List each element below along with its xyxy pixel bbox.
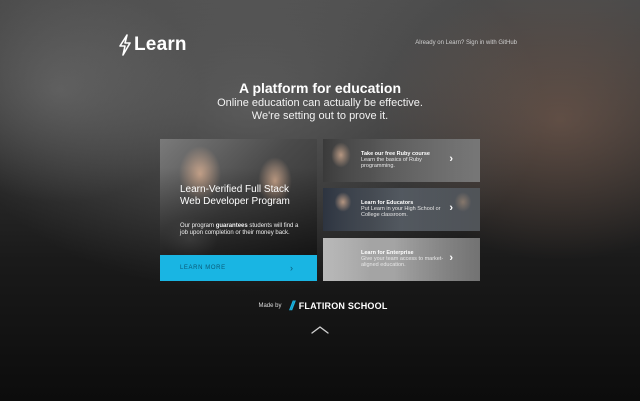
card-enterprise[interactable]: Learn for Enterprise Give your team acce… xyxy=(323,238,480,281)
learn-more-button[interactable]: LEARN MORE › xyxy=(160,255,317,281)
feature-desc-before: Our program xyxy=(180,223,216,229)
hero-subtitle: Online education can actually be effecti… xyxy=(0,97,640,123)
lightning-bolt-icon xyxy=(119,34,131,56)
made-by: Made by // FLATIRON SCHOOL xyxy=(0,298,640,313)
hero-subtitle-line1: Online education can actually be effecti… xyxy=(217,97,423,109)
learn-more-label: LEARN MORE xyxy=(180,265,226,271)
feature-title: Learn-Verified Full Stack Web Developer … xyxy=(180,184,290,207)
chevron-up-icon[interactable] xyxy=(311,325,329,335)
flatiron-slash-icon: // xyxy=(289,298,294,313)
card-description: Put Learn in your High School or College… xyxy=(361,206,441,218)
flatiron-school-logo[interactable]: // FLATIRON SCHOOL xyxy=(289,298,387,313)
hero-subtitle-line2: We're setting out to prove it. xyxy=(251,110,389,122)
feature-description: Our program guarantees students will fin… xyxy=(180,223,300,237)
card-description: Learn the basics of Ruby programming. xyxy=(361,157,422,169)
feature-desc-bold: guarantees xyxy=(215,223,248,229)
card-description: Give your team access to market-aligned … xyxy=(361,256,444,268)
made-by-label: Made by xyxy=(258,302,282,309)
chevron-right-icon: › xyxy=(290,263,293,273)
card-ruby-course[interactable]: Take our free Ruby course Learn the basi… xyxy=(323,139,480,182)
hero-title: A platform for education xyxy=(238,80,402,96)
learn-logo[interactable]: Learn xyxy=(118,34,187,56)
card-educators[interactable]: Learn for Educators Put Learn in your Hi… xyxy=(323,188,480,231)
chevron-right-icon: › xyxy=(449,252,453,264)
flatiron-school-name: FLATIRON SCHOOL xyxy=(298,300,388,311)
github-signin-link[interactable]: Already on Learn? Sign in with GitHub xyxy=(415,40,517,46)
chevron-right-icon: › xyxy=(449,153,453,165)
chevron-right-icon: › xyxy=(449,202,453,214)
logo-text: Learn xyxy=(134,34,187,55)
